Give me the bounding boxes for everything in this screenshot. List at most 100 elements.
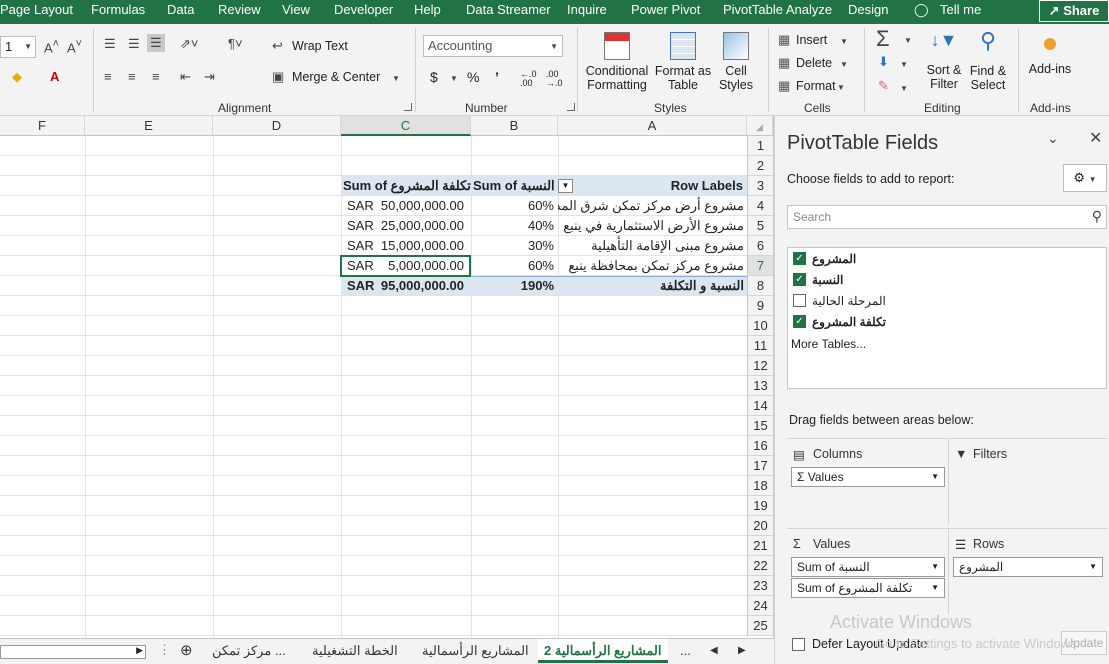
fill-color-icon[interactable]: ◆ <box>12 69 22 85</box>
sheet-tab-3[interactable]: المشاريع الرأسمالية <box>422 643 529 659</box>
column-header-e[interactable]: E <box>85 116 213 136</box>
row-header-7[interactable]: 7 <box>747 256 773 276</box>
field-checkbox-3[interactable] <box>793 294 806 307</box>
increase-decimal-button[interactable]: ←.0 .00 <box>520 70 540 88</box>
sheet-tab-2[interactable]: الخطة التشغيلية <box>312 643 398 659</box>
merge-center-button[interactable]: Merge & Center <box>292 70 380 84</box>
column-header-a[interactable]: A <box>558 116 747 136</box>
scroll-right-icon[interactable]: ▶ <box>136 645 143 656</box>
column-header-b[interactable]: B <box>471 116 558 136</box>
column-header-d[interactable]: D <box>213 116 341 136</box>
chevron-down-icon[interactable]: ▼ <box>840 60 848 69</box>
currency-button[interactable]: $ <box>430 69 438 85</box>
cell-total-label[interactable]: النسبة و التكلفة <box>558 276 747 296</box>
align-bottom-icon[interactable]: ☰ <box>147 34 165 52</box>
row-header-22[interactable]: 22 <box>747 556 773 576</box>
filter-dropdown-icon[interactable]: ▼ <box>558 179 573 193</box>
row-header-24[interactable]: 24 <box>747 596 773 616</box>
pivot-header-row-labels[interactable]: Row Labels <box>575 176 747 196</box>
tab-pivottable-analyze[interactable]: PivotTable Analyze <box>723 2 832 17</box>
decrease-decimal-button[interactable]: .00 →.0 <box>546 70 566 88</box>
value-pill-percent[interactable]: Sum of النسبة ▼ <box>791 557 945 577</box>
rows-pill-project[interactable]: المشروع ▼ <box>953 557 1103 577</box>
tab-design[interactable]: Design <box>848 2 888 17</box>
alignment-launcher-icon[interactable] <box>404 103 412 111</box>
find-select-button[interactable]: ⚲ Find & Select <box>966 28 1010 100</box>
align-center-icon[interactable]: ≡ <box>128 69 136 84</box>
column-header-c[interactable]: C <box>341 116 471 136</box>
addins-button[interactable]: Add-ins <box>1024 28 1076 100</box>
format-button[interactable]: Format <box>796 79 836 93</box>
font-color-icon[interactable]: A <box>50 69 59 84</box>
tab-formulas[interactable]: Formulas <box>91 2 145 17</box>
row-header-10[interactable]: 10 <box>747 316 773 336</box>
font-size-combo[interactable]: 1 ▼ <box>0 36 36 58</box>
horizontal-scrollbar[interactable]: ▶ <box>0 645 146 659</box>
chevron-down-icon[interactable]: ⌄ <box>1047 130 1059 147</box>
select-all-corner[interactable]: ◢ <box>747 116 773 136</box>
sheet-tab-1[interactable]: مركز تمكن ... <box>212 643 286 659</box>
chevron-down-icon[interactable]: ▼ <box>900 84 908 93</box>
sheet-tab-4-active[interactable]: المشاريع الرأسمالية 2 <box>538 639 668 663</box>
chevron-down-icon[interactable]: ▼ <box>837 83 845 92</box>
field-checkbox-1[interactable]: ✓ <box>793 252 806 265</box>
row-header-2[interactable]: 2 <box>747 156 773 176</box>
increase-indent-icon[interactable]: ⇥ <box>204 69 215 85</box>
close-icon[interactable]: ✕ <box>1089 128 1102 148</box>
field-checkbox-2[interactable]: ✓ <box>793 273 806 286</box>
cell-percent[interactable]: 60% <box>471 256 558 276</box>
increase-font-icon[interactable]: A˄ <box>44 38 59 55</box>
cell-percent[interactable]: 40% <box>471 216 558 236</box>
cell-project[interactable]: مشروع أرض مركز تمكن شرق المدينة <box>558 196 747 216</box>
chevron-down-icon[interactable]: ▼ <box>904 36 912 45</box>
prev-sheet-icon[interactable]: ◀ <box>710 645 718 656</box>
number-format-select[interactable]: Accounting ▼ <box>423 35 563 57</box>
row-header-8[interactable]: 8 <box>747 276 773 296</box>
cell-total-percent[interactable]: 190% <box>471 276 558 296</box>
comma-button[interactable]: ’ <box>495 69 499 85</box>
cell-amount[interactable]: 25,000,000.00 <box>375 216 468 236</box>
rtl-direction-icon[interactable]: ¶˅ <box>228 36 243 51</box>
row-header-3[interactable]: 3 <box>747 176 773 196</box>
share-button[interactable]: ↗ Share <box>1039 0 1109 22</box>
row-header-15[interactable]: 15 <box>747 416 773 436</box>
row-header-6[interactable]: 6 <box>747 236 773 256</box>
conditional-formatting-button[interactable]: Conditional Formatting <box>582 28 652 100</box>
cell-amount[interactable]: 15,000,000.00 <box>375 236 468 256</box>
row-header-23[interactable]: 23 <box>747 576 773 596</box>
row-header-13[interactable]: 13 <box>747 376 773 396</box>
number-launcher-icon[interactable] <box>567 103 575 111</box>
format-as-table-button[interactable]: Format as Table <box>654 28 712 100</box>
row-header-20[interactable]: 20 <box>747 516 773 536</box>
tab-data-streamer[interactable]: Data Streamer <box>466 2 551 17</box>
align-middle-icon[interactable]: ☰ <box>128 36 140 52</box>
sheet-scroll-dots-icon[interactable]: ⋮ <box>158 642 171 658</box>
tab-review[interactable]: Review <box>218 2 261 17</box>
cell-project[interactable]: مشروع مركز تمكن بمحافظة ينبع <box>558 256 747 276</box>
tab-data[interactable]: Data <box>167 2 194 17</box>
align-left-icon[interactable]: ≡ <box>104 69 112 84</box>
clear-icon[interactable]: ✎ <box>878 78 889 94</box>
column-header-f[interactable]: F <box>0 116 85 136</box>
pivot-header-cost[interactable]: Sum of تكلفة المشروع <box>341 176 471 196</box>
chevron-down-icon[interactable]: ▼ <box>840 37 848 46</box>
row-header-18[interactable]: 18 <box>747 476 773 496</box>
chevron-down-icon[interactable]: ▼ <box>392 74 400 83</box>
cell-amount[interactable]: 50,000,000.00 <box>375 196 468 216</box>
add-sheet-icon[interactable]: ⊕ <box>180 641 193 659</box>
tab-view[interactable]: View <box>282 2 310 17</box>
columns-values-pill[interactable]: Σ Values ▼ <box>791 467 945 487</box>
rows-area[interactable]: ☰ Rows المشروع ▼ <box>949 528 1107 614</box>
row-header-16[interactable]: 16 <box>747 436 773 456</box>
align-top-icon[interactable]: ☰ <box>104 36 116 52</box>
row-header-11[interactable]: 11 <box>747 336 773 356</box>
values-area[interactable]: Σ Values Sum of النسبة ▼ Sum of تكلفة الم… <box>787 528 949 614</box>
cell-amount[interactable]: 5,000,000.00 <box>375 256 468 276</box>
tab-page-layout[interactable]: Page Layout <box>0 2 73 17</box>
wrap-text-button[interactable]: Wrap Text <box>292 39 348 53</box>
chevron-down-icon[interactable]: ▼ <box>900 60 908 69</box>
tab-inquire[interactable]: Inquire <box>567 2 607 17</box>
delete-button[interactable]: Delete <box>796 56 832 70</box>
orientation-icon[interactable]: ⇗˅ <box>180 36 198 52</box>
next-sheet-icon[interactable]: ▶ <box>738 645 746 656</box>
